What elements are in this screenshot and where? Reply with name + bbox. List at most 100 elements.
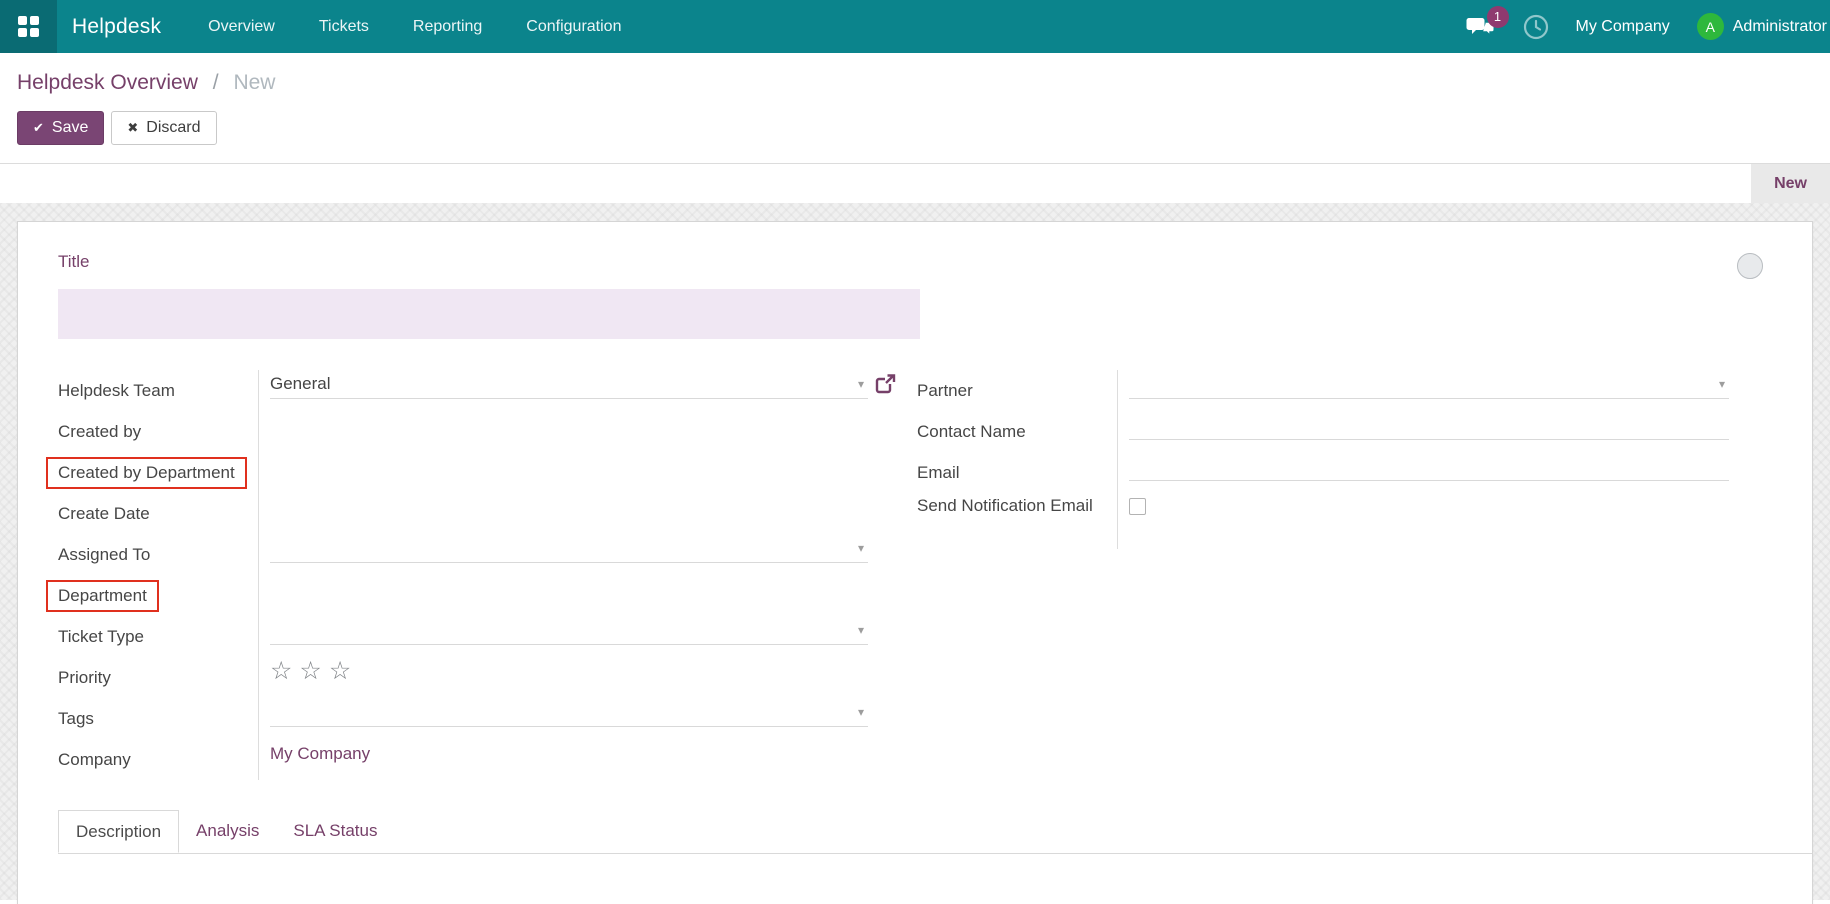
tab-sla-status[interactable]: SLA Status: [276, 810, 394, 853]
star-icon[interactable]: ☆: [329, 657, 351, 686]
notebook-tabs: Description Analysis SLA Status: [58, 810, 1812, 854]
main-menu: Overview Tickets Reporting Configuration: [208, 0, 621, 53]
assigned-to-label: Assigned To: [58, 534, 258, 575]
cross-icon: ✖: [127, 120, 138, 136]
left-field-group: Helpdesk Team General ▾: [58, 370, 900, 780]
email-input[interactable]: [1129, 452, 1729, 481]
company-value-link[interactable]: My Company: [270, 739, 370, 768]
row-contact-name: Contact Name: [917, 411, 1760, 452]
row-partner: Partner ▾: [917, 370, 1760, 411]
row-send-notification-email: Send Notification Email: [917, 493, 1760, 549]
send-notification-email-checkbox[interactable]: [1129, 498, 1146, 515]
external-link-icon[interactable]: [875, 373, 896, 394]
star-icon[interactable]: ☆: [299, 657, 321, 686]
row-email: Email: [917, 452, 1760, 493]
menu-tickets[interactable]: Tickets: [319, 0, 369, 53]
app-title[interactable]: Helpdesk: [72, 15, 161, 39]
red-highlight-box: Department: [46, 580, 159, 612]
save-button[interactable]: ✔ Save: [17, 111, 104, 145]
activities-button[interactable]: [1523, 14, 1549, 40]
right-field-group: Partner ▾ Contact Name: [917, 370, 1760, 780]
chevron-down-icon: ▾: [858, 377, 864, 391]
row-department: Department: [58, 575, 900, 616]
email-label: Email: [917, 452, 1117, 493]
chevron-down-icon: ▾: [1719, 377, 1725, 391]
assigned-to-dropdown[interactable]: ▾: [270, 534, 868, 563]
user-avatar: A: [1697, 13, 1724, 40]
breadcrumb-current: New: [233, 71, 275, 94]
discard-button-label: Discard: [146, 119, 200, 137]
control-panel: Helpdesk Overview / New ✔ Save ✖ Discard: [0, 53, 1830, 163]
title-field-label: Title: [58, 252, 1772, 272]
view-background: Title Helpdesk Team General ▾: [0, 203, 1830, 900]
helpdesk-team-label: Helpdesk Team: [58, 370, 258, 411]
tags-label: Tags: [58, 698, 258, 739]
contact-name-input[interactable]: [1129, 411, 1729, 440]
user-menu[interactable]: A Administrator: [1697, 13, 1827, 40]
helpdesk-team-dropdown[interactable]: General ▾: [270, 370, 868, 399]
create-date-label: Create Date: [58, 493, 258, 534]
row-tags: Tags ▾: [58, 698, 900, 739]
title-input[interactable]: [58, 289, 920, 339]
field-groups: Helpdesk Team General ▾: [58, 370, 1772, 780]
apps-grid-icon: [18, 16, 39, 37]
messages-count-badge: 1: [1487, 6, 1509, 28]
form-statusbar: New: [0, 163, 1830, 203]
row-created-by-department: Created by Department: [58, 452, 900, 493]
clock-icon: [1523, 14, 1549, 40]
star-icon[interactable]: ☆: [270, 657, 292, 686]
red-highlight-box: Created by Department: [46, 457, 247, 489]
apps-menu-button[interactable]: [0, 0, 57, 53]
form-sheet: Title Helpdesk Team General ▾: [17, 221, 1813, 904]
partner-dropdown[interactable]: ▾: [1129, 370, 1729, 399]
menu-configuration[interactable]: Configuration: [526, 0, 621, 53]
ticket-type-dropdown[interactable]: ▾: [270, 616, 868, 645]
chevron-down-icon: ▾: [858, 705, 864, 719]
breadcrumb-separator: /: [213, 71, 219, 94]
tags-dropdown[interactable]: ▾: [270, 698, 868, 727]
created-by-department-field[interactable]: [270, 452, 868, 481]
department-label: Department: [58, 575, 258, 616]
messages-button[interactable]: 1: [1466, 14, 1496, 40]
menu-overview[interactable]: Overview: [208, 0, 275, 53]
company-field: My Company: [270, 739, 868, 768]
helpdesk-team-value: General: [270, 374, 858, 394]
action-buttons: ✔ Save ✖ Discard: [17, 111, 1830, 145]
company-label: Company: [58, 739, 258, 780]
discard-button[interactable]: ✖ Discard: [111, 111, 216, 145]
breadcrumb: Helpdesk Overview / New: [17, 71, 1830, 95]
row-ticket-type: Ticket Type ▾: [58, 616, 900, 657]
row-created-by: Created by: [58, 411, 900, 452]
check-icon: ✔: [33, 120, 44, 136]
created-by-label: Created by: [58, 411, 258, 452]
create-date-field[interactable]: [270, 493, 868, 522]
send-notification-email-label: Send Notification Email: [917, 493, 1117, 549]
chevron-down-icon: ▾: [858, 623, 864, 637]
top-navbar: Helpdesk Overview Tickets Reporting Conf…: [0, 0, 1830, 53]
row-create-date: Create Date: [58, 493, 900, 534]
department-field[interactable]: [270, 575, 868, 604]
save-button-label: Save: [52, 119, 88, 137]
stage-new[interactable]: New: [1751, 164, 1830, 203]
tab-analysis[interactable]: Analysis: [179, 810, 276, 853]
priority-label: Priority: [58, 657, 258, 698]
user-name: Administrator: [1733, 18, 1827, 36]
priority-widget: ☆ ☆ ☆: [270, 657, 868, 686]
chevron-down-icon: ▾: [858, 541, 864, 555]
row-assigned-to: Assigned To ▾: [58, 534, 900, 575]
tab-description[interactable]: Description: [58, 810, 179, 853]
row-helpdesk-team: Helpdesk Team General ▾: [58, 370, 900, 411]
topbar-right-section: 1 My Company A Administrator: [1466, 13, 1830, 40]
row-company: Company My Company: [58, 739, 900, 780]
created-by-department-label: Created by Department: [58, 452, 258, 493]
partner-label: Partner: [917, 370, 1117, 411]
menu-reporting[interactable]: Reporting: [413, 0, 482, 53]
breadcrumb-parent-link[interactable]: Helpdesk Overview: [17, 71, 198, 94]
row-priority: Priority ☆ ☆ ☆: [58, 657, 900, 698]
kanban-state-icon[interactable]: [1737, 253, 1763, 279]
created-by-field[interactable]: [270, 411, 868, 440]
company-switcher[interactable]: My Company: [1576, 18, 1670, 36]
contact-name-label: Contact Name: [917, 411, 1117, 452]
ticket-type-label: Ticket Type: [58, 616, 258, 657]
description-tab-pane[interactable]: [58, 854, 1772, 904]
